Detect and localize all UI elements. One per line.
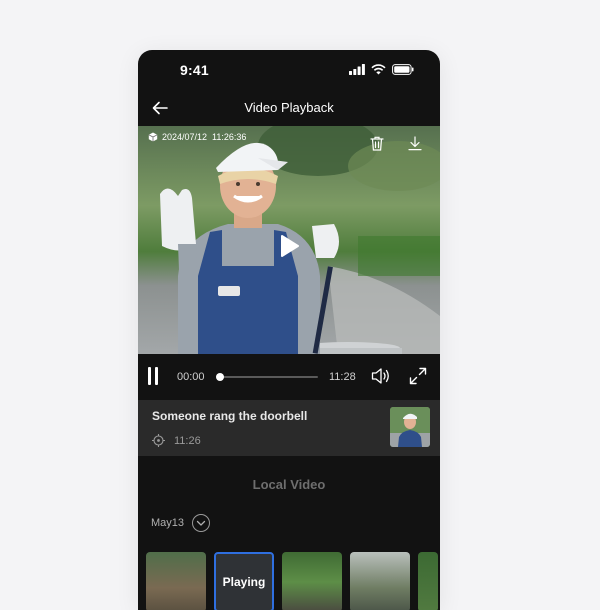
playback-controls: 00:00 11:28: [138, 354, 440, 400]
timestamp-text: 2024/07/12 11:26:36: [162, 132, 247, 142]
phone-frame: 9:41 Video Playback 2024/07/12 11:26:36 …: [138, 50, 440, 610]
video-thumbnail[interactable]: [350, 552, 410, 610]
cube-icon: [148, 132, 158, 142]
progress-slider[interactable]: [216, 373, 318, 381]
play-icon[interactable]: [280, 234, 300, 258]
video-thumbnail-playing[interactable]: Playing: [214, 552, 274, 610]
thumbnail-label: Playing: [222, 575, 266, 589]
video-actions: [370, 136, 422, 151]
current-time: 00:00: [177, 371, 205, 383]
video-thumbnail[interactable]: [146, 552, 206, 610]
local-video-title: Local Video: [252, 477, 326, 492]
download-icon[interactable]: [408, 136, 422, 151]
page-title: Video Playback: [244, 100, 334, 115]
pause-button[interactable]: [148, 367, 162, 387]
fullscreen-icon[interactable]: [409, 367, 427, 385]
nav-header: Video Playback: [138, 88, 440, 128]
event-time: 11:26: [174, 434, 201, 447]
wifi-icon: [371, 64, 386, 75]
pause-bar: [148, 367, 151, 385]
video-thumbnail[interactable]: [418, 552, 438, 610]
event-title: Someone rang the doorbell: [152, 409, 308, 423]
event-thumbnail-image: [390, 407, 430, 447]
total-time: 11:28: [329, 371, 356, 383]
target-icon: [152, 434, 165, 447]
video-thumbnail[interactable]: [282, 552, 342, 610]
signal-icon: [349, 64, 365, 75]
status-time: 9:41: [180, 62, 209, 78]
progress-knob[interactable]: [216, 373, 224, 381]
video-timestamp: 2024/07/12 11:26:36: [148, 132, 246, 142]
local-video-list: Playing: [146, 552, 438, 610]
pause-bar: [155, 367, 158, 385]
event-thumbnail[interactable]: [390, 407, 430, 447]
chevron-down-glyph: [196, 520, 206, 526]
volume-icon[interactable]: [371, 367, 391, 385]
video-player[interactable]: 2024/07/12 11:26:36: [138, 126, 440, 354]
status-bar: 9:41: [138, 50, 440, 88]
trash-icon[interactable]: [370, 136, 384, 151]
battery-icon: [392, 64, 414, 75]
event-time-row: 11:26: [152, 434, 201, 447]
chevron-down-icon[interactable]: [192, 514, 211, 532]
date-selector[interactable]: May13: [151, 514, 211, 532]
status-icons: [349, 64, 414, 75]
date-label: May13: [151, 517, 185, 529]
event-card[interactable]: Someone rang the doorbell 11:26: [138, 400, 440, 456]
